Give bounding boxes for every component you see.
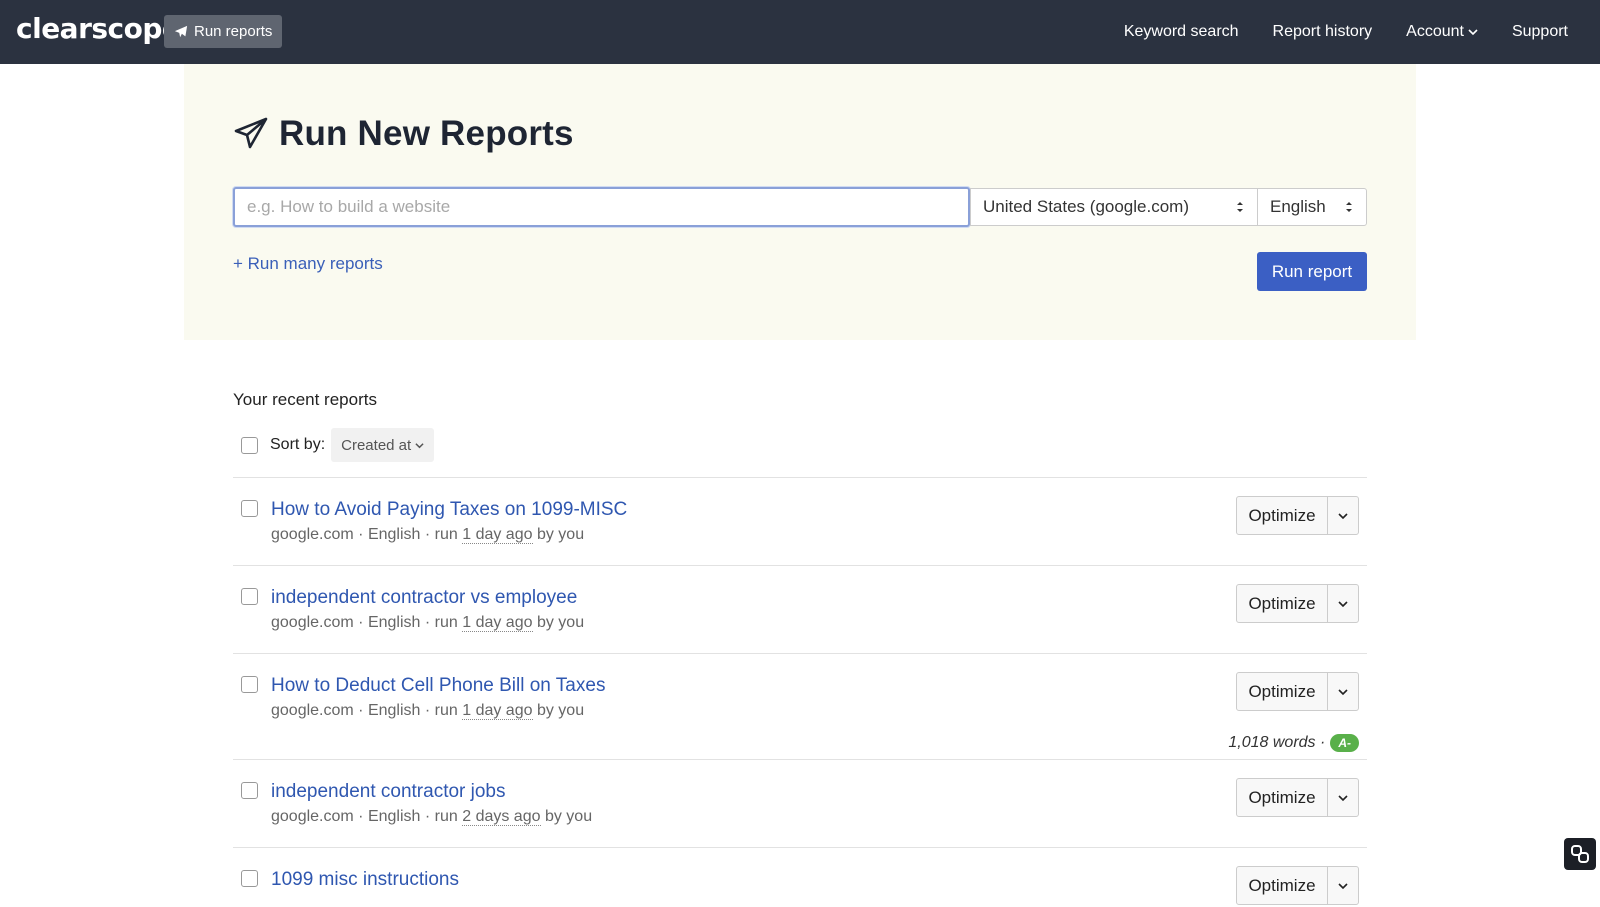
word-count: 1,018 words · A- xyxy=(1228,734,1359,752)
recent-reports-heading: Your recent reports xyxy=(233,390,377,409)
report-meta: google.com · English · run 1 day ago by … xyxy=(271,614,585,632)
paper-plane-icon xyxy=(174,25,188,37)
sort-label: Sort by: xyxy=(270,436,326,453)
link-widget-button[interactable] xyxy=(1564,838,1596,870)
sort-arrows-icon xyxy=(1346,202,1352,212)
run-many-reports-link[interactable]: + Run many reports xyxy=(233,254,383,274)
optimize-button[interactable]: Optimize xyxy=(1237,867,1328,904)
report-row: 1099 misc instructions Optimize xyxy=(233,847,1367,907)
chevron-down-icon xyxy=(1338,600,1348,607)
report-time: 1 day ago xyxy=(462,614,533,632)
logo[interactable]: clearscope xyxy=(16,12,181,45)
chevron-down-icon xyxy=(1468,29,1478,36)
row-checkbox[interactable] xyxy=(241,676,258,693)
run-reports-button[interactable]: Run reports xyxy=(164,15,283,48)
report-time: 2 days ago xyxy=(462,808,541,826)
main-nav: Keyword search Report history Account Su… xyxy=(1124,0,1568,64)
report-list: How to Avoid Paying Taxes on 1099-MISC g… xyxy=(233,477,1367,907)
chevron-down-icon xyxy=(1338,882,1348,889)
chevron-down-icon xyxy=(1338,794,1348,801)
report-row: How to Avoid Paying Taxes on 1099-MISC g… xyxy=(233,477,1367,565)
optimize-button-group: Optimize xyxy=(1236,672,1359,711)
report-time: 1 day ago xyxy=(462,702,533,720)
optimize-button-group: Optimize xyxy=(1236,866,1359,905)
sort-select[interactable]: Created at xyxy=(331,428,435,462)
row-checkbox[interactable] xyxy=(241,588,258,605)
report-row: How to Deduct Cell Phone Bill on Taxes g… xyxy=(233,653,1367,759)
top-nav-bar: clearscope Run reports Keyword search Re… xyxy=(0,0,1600,64)
optimize-button[interactable]: Optimize xyxy=(1237,779,1328,816)
report-title-link[interactable]: independent contractor vs employee xyxy=(271,587,577,609)
report-meta: google.com · English · run 1 day ago by … xyxy=(271,526,585,544)
nav-report-history[interactable]: Report history xyxy=(1273,23,1373,41)
page-title: Run New Reports xyxy=(233,114,574,154)
report-title-link[interactable]: How to Avoid Paying Taxes on 1099-MISC xyxy=(271,499,627,521)
optimize-menu-button[interactable] xyxy=(1328,585,1358,622)
nav-support[interactable]: Support xyxy=(1512,23,1568,41)
nav-keyword-search[interactable]: Keyword search xyxy=(1124,23,1239,41)
optimize-button-group: Optimize xyxy=(1236,496,1359,535)
link-icon xyxy=(1571,845,1589,863)
optimize-button[interactable]: Optimize xyxy=(1237,497,1328,534)
select-all-checkbox[interactable] xyxy=(241,436,258,454)
optimize-button-group: Optimize xyxy=(1236,778,1359,817)
report-row: independent contractor vs employee googl… xyxy=(233,565,1367,653)
row-checkbox[interactable] xyxy=(241,500,258,517)
sort-row: Sort by: Created at xyxy=(241,428,435,462)
report-meta: google.com · English · run 2 days ago by… xyxy=(271,808,593,826)
run-report-button[interactable]: Run report xyxy=(1257,252,1367,291)
chevron-down-icon xyxy=(415,442,424,448)
optimize-menu-button[interactable] xyxy=(1328,867,1358,904)
report-title-link[interactable]: independent contractor jobs xyxy=(271,781,506,803)
row-checkbox[interactable] xyxy=(241,782,258,799)
run-reports-label: Run reports xyxy=(194,23,273,40)
optimize-menu-button[interactable] xyxy=(1328,779,1358,816)
country-select[interactable]: United States (google.com) xyxy=(970,188,1258,226)
optimize-button[interactable]: Optimize xyxy=(1237,585,1328,622)
optimize-menu-button[interactable] xyxy=(1328,497,1358,534)
chevron-down-icon xyxy=(1338,512,1348,519)
report-row: independent contractor jobs google.com ·… xyxy=(233,759,1367,847)
optimize-menu-button[interactable] xyxy=(1328,673,1358,710)
language-select[interactable]: English xyxy=(1257,188,1367,226)
paper-plane-icon xyxy=(234,117,268,149)
keyword-input[interactable] xyxy=(233,187,970,227)
grade-badge: A- xyxy=(1330,734,1359,752)
sort-arrows-icon xyxy=(1237,202,1243,212)
report-time: 1 day ago xyxy=(462,526,533,544)
report-meta: google.com · English · run 1 day ago by … xyxy=(271,702,585,720)
optimize-button[interactable]: Optimize xyxy=(1237,673,1328,710)
nav-account[interactable]: Account xyxy=(1406,23,1478,41)
report-title-link[interactable]: 1099 misc instructions xyxy=(271,869,459,891)
chevron-down-icon xyxy=(1338,688,1348,695)
optimize-button-group: Optimize xyxy=(1236,584,1359,623)
row-checkbox[interactable] xyxy=(241,870,258,887)
report-title-link[interactable]: How to Deduct Cell Phone Bill on Taxes xyxy=(271,675,605,697)
